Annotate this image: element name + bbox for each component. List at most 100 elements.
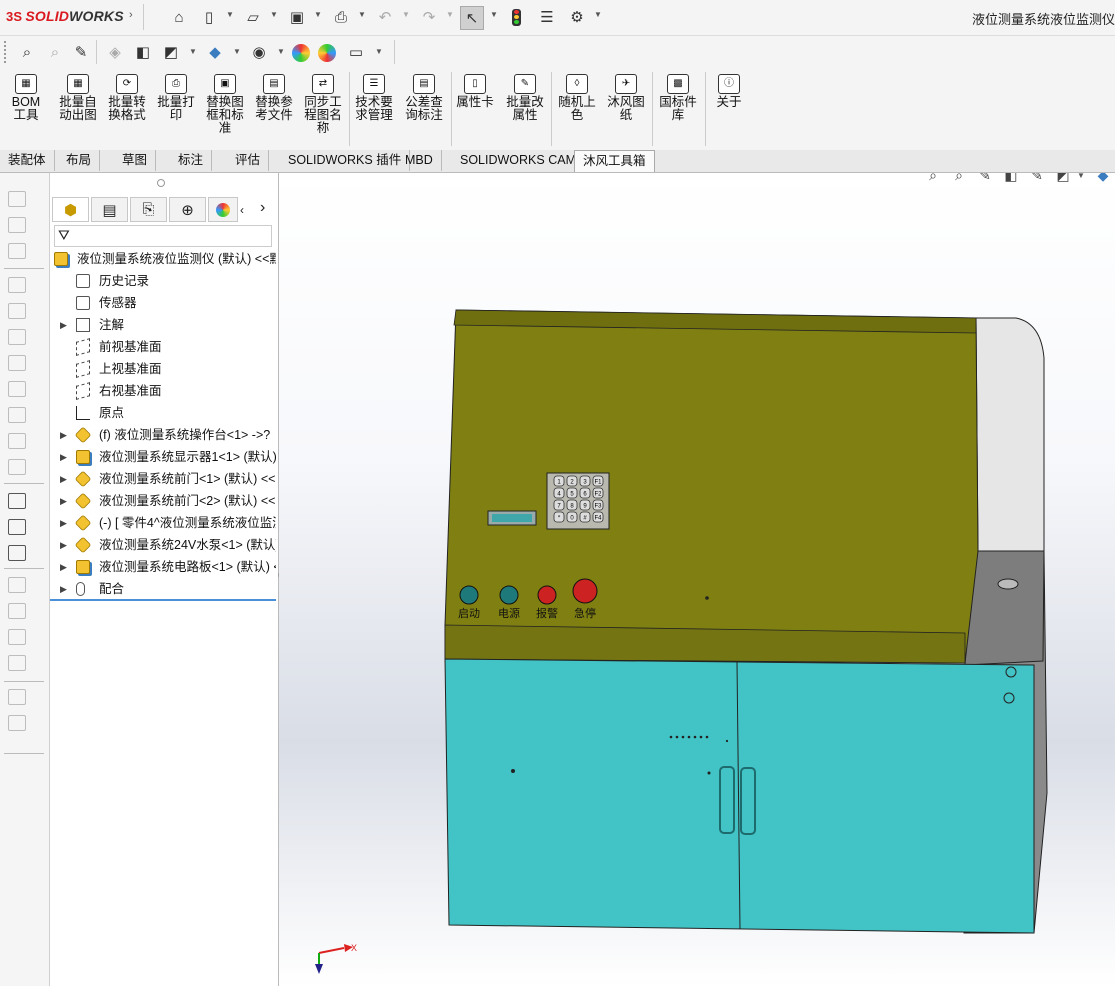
tab-6[interactable]: MBD bbox=[397, 150, 442, 171]
tab-3[interactable]: 标注 bbox=[170, 150, 213, 171]
panel-resize-grip[interactable] bbox=[157, 179, 165, 187]
tree-item[interactable]: 前视基准面 bbox=[50, 336, 276, 358]
tree-item[interactable]: 历史记录 bbox=[50, 270, 276, 292]
command-batch-convert-button[interactable]: ⟳ 批量转换格式 bbox=[105, 74, 149, 122]
save-dropdown-icon[interactable]: ▼ bbox=[314, 10, 322, 19]
display-style-dropdown-icon[interactable]: ▼ bbox=[233, 47, 241, 56]
tree-item[interactable]: ▶ 液位测量系统前门<1> (默认) << bbox=[50, 468, 276, 490]
command-property-card-button[interactable]: ▯ 属性卡 bbox=[453, 74, 497, 109]
strip-tool-icon[interactable] bbox=[8, 655, 26, 671]
options-dropdown-icon[interactable]: ▼ bbox=[594, 10, 602, 19]
previous-view-icon[interactable]: ✎ bbox=[70, 41, 92, 63]
strip-tool-icon[interactable] bbox=[8, 329, 26, 345]
tree-item[interactable]: ▶ (-) [ 零件4^液位测量系统液位监测 bbox=[50, 512, 276, 534]
strip-tool-icon[interactable] bbox=[8, 519, 26, 535]
file-properties-icon[interactable]: ☰ bbox=[536, 6, 558, 28]
strip-tool-icon[interactable] bbox=[8, 191, 26, 207]
tree-item[interactable]: ▶ 注解 bbox=[50, 314, 276, 336]
section-view-icon[interactable]: ◈ bbox=[104, 41, 126, 63]
strip-tool-icon[interactable] bbox=[8, 433, 26, 449]
configuration-tab-icon[interactable]: ⎘ bbox=[130, 197, 167, 222]
strip-tool-icon[interactable] bbox=[8, 689, 26, 705]
command-tech-requirements-button[interactable]: ☰ 技术要求管理 bbox=[352, 74, 396, 122]
strip-tool-icon[interactable] bbox=[8, 577, 26, 593]
command-mufeng-drawing-button[interactable]: ✈ 沐风图纸 bbox=[604, 74, 648, 122]
tree-item[interactable]: ▶ 液位测量系统显示器1<1> (默认) bbox=[50, 446, 276, 468]
display-manager-tab-icon[interactable] bbox=[208, 197, 238, 222]
tree-item[interactable]: 传感器 bbox=[50, 292, 276, 314]
options-gear-icon[interactable]: ⚙ bbox=[566, 6, 588, 28]
view-orientation-dropdown-icon[interactable]: ▼ bbox=[189, 47, 197, 56]
undo-dropdown-icon[interactable]: ▼ bbox=[402, 10, 410, 19]
strip-tool-icon[interactable] bbox=[8, 217, 26, 233]
expand-arrow-icon[interactable]: ▶ bbox=[60, 512, 67, 534]
strip-tool-icon[interactable] bbox=[8, 629, 26, 645]
strip-tool-icon[interactable] bbox=[8, 355, 26, 371]
command-tolerance-button[interactable]: ▤ 公差查询标注 bbox=[402, 74, 446, 122]
strip-tool-icon[interactable] bbox=[8, 243, 26, 259]
view-settings-icon[interactable]: ▭ bbox=[345, 41, 367, 63]
tree-item[interactable]: ▶ 液位测量系统电路板<1> (默认) < bbox=[50, 556, 276, 578]
apply-scene-icon[interactable] bbox=[318, 44, 336, 62]
tree-item[interactable]: ▶ 液位测量系统前门<2> (默认) << bbox=[50, 490, 276, 512]
tree-item[interactable]: 右视基准面 bbox=[50, 380, 276, 402]
panel-button-0[interactable] bbox=[459, 585, 479, 605]
strip-tool-icon[interactable] bbox=[8, 381, 26, 397]
property-manager-tab-icon[interactable]: ▤ bbox=[91, 197, 128, 222]
hide-show-icon[interactable]: ◉ bbox=[248, 41, 270, 63]
save-icon[interactable]: ▣ bbox=[286, 6, 308, 28]
rollback-bar[interactable] bbox=[50, 599, 276, 601]
tab-7[interactable]: SOLIDWORKS CAM bbox=[452, 150, 585, 171]
hide-show-dropdown-icon[interactable]: ▼ bbox=[277, 47, 285, 56]
open-icon[interactable]: ▱ bbox=[242, 6, 264, 28]
tab-1[interactable]: 布局 bbox=[58, 150, 101, 171]
expand-arrow-icon[interactable]: ▶ bbox=[60, 534, 67, 556]
tab-8[interactable]: 沐风工具箱 bbox=[574, 150, 655, 172]
tree-root[interactable]: 液位测量系统液位监测仪 (默认) <<默 bbox=[50, 248, 276, 270]
redo-icon[interactable]: ↷ bbox=[418, 6, 440, 28]
filter-icon[interactable]: ⛛ bbox=[58, 227, 70, 244]
panel-button-3[interactable] bbox=[572, 578, 598, 604]
expand-arrow-icon[interactable]: ▶ bbox=[60, 314, 67, 336]
home-icon[interactable]: ⌂ bbox=[168, 6, 190, 28]
tree-item[interactable]: ▶ 配合 bbox=[50, 578, 276, 600]
tab-scroll-right-icon[interactable]: › bbox=[260, 199, 265, 217]
panel-button-1[interactable] bbox=[499, 585, 519, 605]
dimxpert-tab-icon[interactable]: ⊕ bbox=[169, 197, 206, 222]
print-icon[interactable]: ⎙ bbox=[330, 6, 352, 28]
command-gb-library-button[interactable]: ▩ 国标件库 bbox=[656, 74, 700, 122]
expand-arrow-icon[interactable]: ▶ bbox=[60, 490, 67, 512]
view-orientation-icon[interactable]: ◩ bbox=[160, 41, 182, 63]
expand-arrow-icon[interactable]: ▶ bbox=[60, 556, 67, 578]
dynamic-annotation-icon[interactable]: ◧ bbox=[132, 41, 154, 63]
command-batch-drawing-button[interactable]: ▦ 批量自动出图 bbox=[56, 74, 100, 122]
tab-2[interactable]: 草图 bbox=[114, 150, 157, 171]
strip-tool-icon[interactable] bbox=[8, 459, 26, 475]
command-random-color-button[interactable]: ◊ 随机上色 bbox=[555, 74, 599, 122]
strip-tool-icon[interactable] bbox=[8, 715, 26, 731]
model-assembly[interactable]: 1 2 3 F14 5 6 F27 8 9 F3* 0 # F4 启动 电源 报警 急停 bbox=[279, 173, 1115, 986]
tree-item[interactable]: 上视基准面 bbox=[50, 358, 276, 380]
zoom-fit-icon[interactable]: ⌕ bbox=[16, 41, 38, 63]
command-sync-name-button[interactable]: ⇄ 同步工程图名称 bbox=[301, 74, 345, 135]
select-dropdown-icon[interactable]: ▼ bbox=[490, 10, 498, 19]
solidworks-logo[interactable]: 3S SOLIDWORKS bbox=[6, 8, 124, 24]
toolbar-grip[interactable] bbox=[4, 41, 8, 63]
command-replace-frame-button[interactable]: ▣ 替换图框和标准 bbox=[203, 74, 247, 135]
command-bom-button[interactable]: ▦ BOM工具 bbox=[6, 74, 46, 122]
new-document-icon[interactable]: ▯ bbox=[198, 6, 220, 28]
cabinet-side-upper[interactable] bbox=[975, 317, 1045, 552]
command-batch-property-button[interactable]: ✎ 批量改属性 bbox=[503, 74, 547, 122]
tab-5[interactable]: SOLIDWORKS 插件 bbox=[280, 150, 411, 171]
print-dropdown-icon[interactable]: ▼ bbox=[358, 10, 366, 19]
undo-icon[interactable]: ↶ bbox=[374, 6, 396, 28]
command-batch-print-button[interactable]: ⎙ 批量打印 bbox=[154, 74, 198, 122]
command-replace-reference-button[interactable]: ▤ 替换参考文件 bbox=[252, 74, 296, 122]
rebuild-icon[interactable] bbox=[512, 9, 521, 26]
tree-item[interactable]: ▶ 液位测量系统24V水泵<1> (默认) bbox=[50, 534, 276, 556]
view-settings-dropdown-icon[interactable]: ▼ bbox=[375, 47, 383, 56]
tab-0[interactable]: 装配体 bbox=[0, 150, 55, 171]
open-dropdown-icon[interactable]: ▼ bbox=[270, 10, 278, 19]
tree-filter-box[interactable]: ⛛ bbox=[54, 225, 272, 247]
strip-tool-icon[interactable] bbox=[8, 603, 26, 619]
